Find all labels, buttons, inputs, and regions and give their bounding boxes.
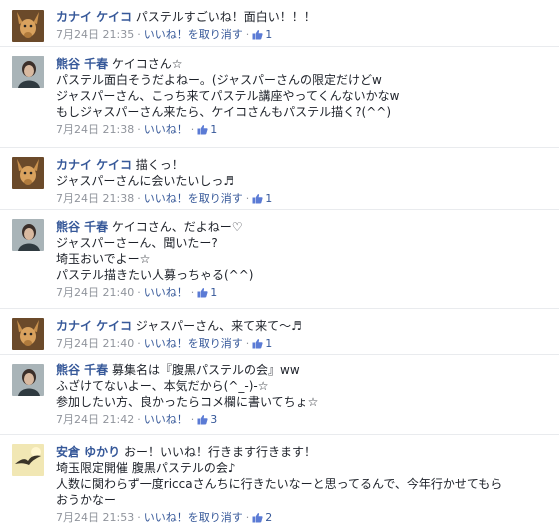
comment: 熊谷 千春 募集名は『腹黒パステルの会』ww ふざけてないよー、本気だから(^_…	[0, 354, 559, 434]
comment-text: 参加したい方、良かったらコメ欄に書いてちょ☆	[56, 395, 319, 409]
comment-text: 募集名は『腹黒パステルの会』ww	[112, 363, 300, 377]
comment-timestamp[interactable]: 7月24日 21:35	[56, 28, 134, 41]
comment-author[interactable]: 熊谷 千春	[56, 363, 108, 377]
comment-text: パステルすごいね！面白い！！！	[135, 10, 316, 24]
comment-timestamp[interactable]: 7月24日 21:38	[56, 123, 134, 136]
comment-author[interactable]: カナイ ケイコ	[56, 319, 132, 333]
comment-text: パステル面白そうだよねー。(ジャスパーさんの限定だけどw	[56, 73, 382, 87]
like-button[interactable]: いいね！	[144, 123, 188, 136]
comment-author[interactable]: 熊谷 千春	[56, 220, 108, 234]
dog-avatar[interactable]	[12, 10, 44, 42]
comment-text: 描くっ！	[135, 158, 184, 172]
thumbs-up-icon	[197, 124, 208, 140]
comment-timestamp[interactable]: 7月24日 21:53	[56, 511, 134, 524]
person-avatar[interactable]	[12, 219, 44, 251]
like-button[interactable]: いいね！	[144, 413, 188, 426]
comment-timestamp[interactable]: 7月24日 21:42	[56, 413, 134, 426]
unlike-button[interactable]: いいね！を取り消す	[144, 28, 243, 41]
comment-text: もしジャスパーさん来たら、ケイコさんもパステル描く?(^^)	[56, 105, 392, 119]
like-count-link[interactable]: 1	[252, 28, 272, 41]
comment: 安倉 ゆかり おー！いいね！行きます行きます！ 埼玉限定開催 腹黒パステルの会♪…	[0, 434, 559, 528]
comment-text: ケイコさん、だよねー♡	[112, 220, 243, 234]
comment-timestamp[interactable]: 7月24日 21:38	[56, 192, 134, 205]
comment-author[interactable]: カナイ ケイコ	[56, 158, 132, 172]
comment-timestamp[interactable]: 7月24日 21:40	[56, 337, 134, 350]
comment-text: おうかなー	[56, 493, 117, 507]
comment-text: ジャスパーさんに会いたいしっ♬	[56, 174, 235, 188]
comment-text: ジャスパーさーん、聞いたー?	[56, 236, 218, 250]
dog-avatar[interactable]	[12, 157, 44, 189]
thumbs-up-icon	[252, 512, 263, 528]
like-count-link[interactable]: 1	[197, 123, 217, 136]
thumbs-up-icon	[197, 414, 208, 430]
thumbs-up-icon	[252, 338, 263, 354]
like-count-link[interactable]: 1	[252, 192, 272, 205]
unlike-button[interactable]: いいね！を取り消す	[144, 511, 243, 524]
comment: 熊谷 千春 ケイコさん、だよねー♡ ジャスパーさーん、聞いたー? 埼玉おいでよー…	[0, 209, 559, 308]
unlike-button[interactable]: いいね！を取り消す	[144, 192, 243, 205]
like-button[interactable]: いいね！	[144, 286, 188, 299]
comment: カナイ ケイコ 描くっ！ ジャスパーさんに会いたいしっ♬ 7月24日 21:38…	[0, 147, 559, 209]
comment-text: 埼玉限定開催 腹黒パステルの会♪	[56, 461, 236, 475]
thumbs-up-icon	[252, 29, 263, 45]
comment-text: ジャスパーさん、来て来て〜♬	[135, 319, 302, 333]
comment-author[interactable]: 熊谷 千春	[56, 57, 108, 71]
like-count-link[interactable]: 1	[197, 286, 217, 299]
dog-avatar[interactable]	[12, 318, 44, 350]
person-avatar[interactable]	[12, 364, 44, 396]
person-avatar[interactable]	[12, 56, 44, 88]
comment-text: パステル描きたい人募っちゃる(^^)	[56, 268, 254, 282]
comment: カナイ ケイコ ジャスパーさん、来て来て〜♬ 7月24日 21:40 · いいね！を…	[0, 308, 559, 354]
bird-avatar[interactable]	[12, 444, 44, 476]
comment-text: ジャスパーさん、こっち来てパステル講座やってくんないかなw	[56, 89, 400, 103]
comment-thread: カナイ ケイコ パステルすごいね！面白い！！！ 7月24日 21:35 · いいね！…	[0, 0, 559, 528]
like-count-link[interactable]: 3	[197, 413, 217, 426]
comment-author[interactable]: 安倉 ゆかり	[56, 445, 120, 459]
comment-text: ふざけてないよー、本気だから(^_-)-☆	[56, 379, 269, 393]
comment-text: 人数に関わらず一度riccaさんちに行きたいなーと思ってるんで、今年行かせてもら	[56, 477, 503, 491]
thumbs-up-icon	[197, 287, 208, 303]
comment-text: ケイコさん☆	[112, 57, 183, 71]
like-count-link[interactable]: 2	[252, 511, 272, 524]
thumbs-up-icon	[252, 193, 263, 209]
comment: 熊谷 千春 ケイコさん☆ パステル面白そうだよねー。(ジャスパーさんの限定だけど…	[0, 46, 559, 147]
comment-author[interactable]: カナイ ケイコ	[56, 10, 132, 24]
like-count-link[interactable]: 1	[252, 337, 272, 350]
comment-text: 埼玉おいでよー☆	[56, 252, 151, 266]
unlike-button[interactable]: いいね！を取り消す	[144, 337, 243, 350]
comment: カナイ ケイコ パステルすごいね！面白い！！！ 7月24日 21:35 · いいね！…	[0, 0, 559, 46]
comment-timestamp[interactable]: 7月24日 21:40	[56, 286, 134, 299]
comment-text: おー！いいね！行きます行きます！	[124, 445, 317, 459]
